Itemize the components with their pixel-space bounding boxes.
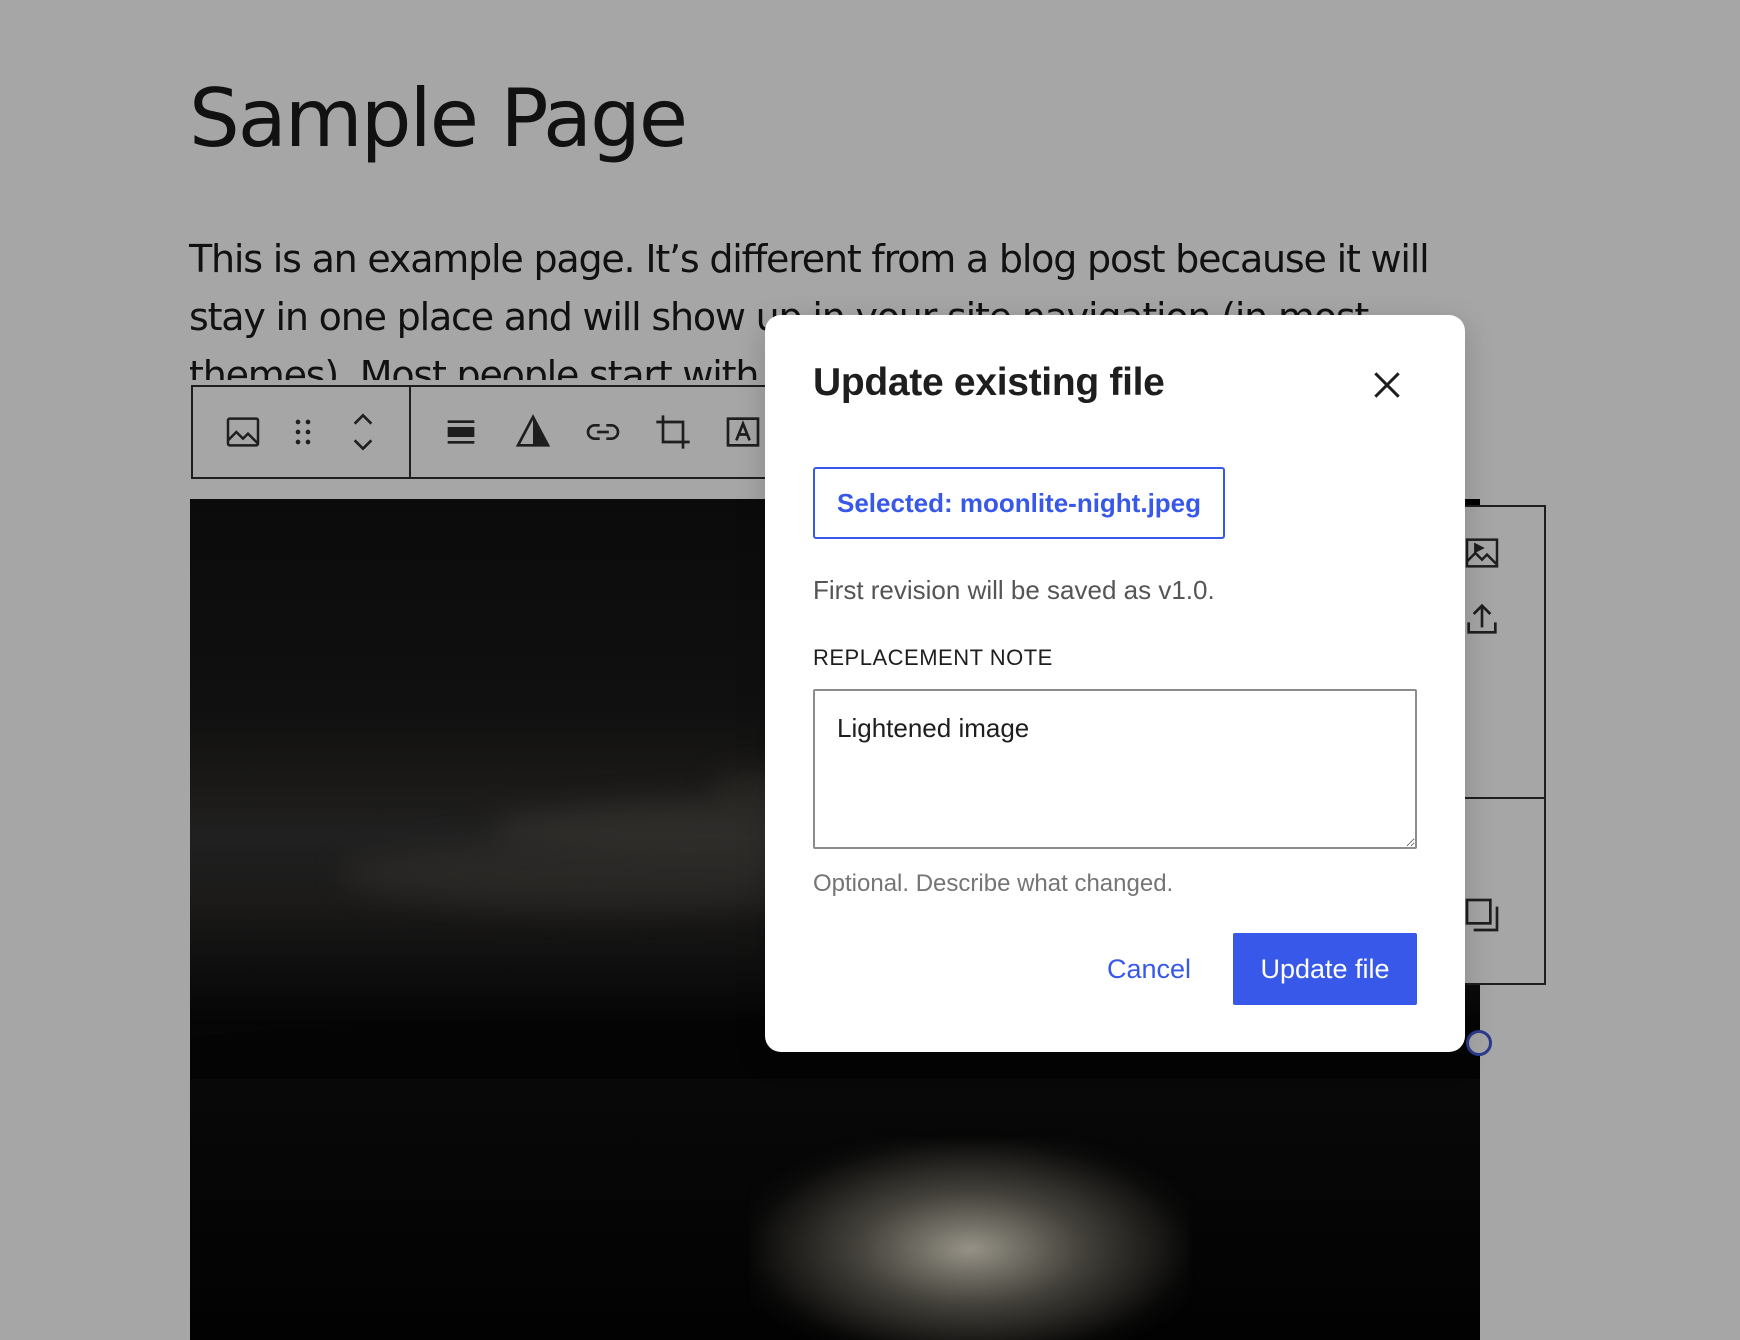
page-title: Sample Page — [189, 72, 688, 165]
text-overlay-icon[interactable] — [721, 410, 765, 454]
update-file-modal: Update existing file Selected: moonlite-… — [765, 315, 1465, 1052]
moonlight-reflection — [750, 1139, 1190, 1340]
duplicate-icon[interactable] — [1462, 895, 1506, 939]
resize-handle[interactable] — [1466, 1030, 1492, 1056]
help-text: Optional. Describe what changed. — [813, 870, 1174, 897]
replacement-note-label: REPLACEMENT NOTE — [813, 645, 1053, 670]
drag-handle-icon[interactable] — [281, 410, 325, 454]
toolbar-divider — [409, 387, 411, 477]
media-library-icon[interactable] — [1462, 533, 1506, 577]
duotone-icon[interactable] — [511, 410, 555, 454]
close-button[interactable] — [1359, 357, 1415, 413]
crop-icon[interactable] — [651, 410, 695, 454]
update-file-button[interactable]: Update file — [1233, 933, 1417, 1005]
selected-file-button[interactable]: Selected: moonlite-night.jpeg — [813, 467, 1226, 539]
image-icon[interactable] — [221, 410, 265, 454]
revision-info: First revision will be saved as v1.0. — [813, 575, 1215, 605]
move-up-down-icon[interactable] — [341, 410, 385, 454]
cancel-button[interactable]: Cancel — [1095, 933, 1203, 1005]
modal-title: Update existing file — [813, 361, 1165, 404]
replacement-note-input[interactable]: Lightened image — [813, 689, 1417, 849]
block-toolbar — [191, 385, 781, 479]
close-icon — [1374, 372, 1400, 398]
upload-icon[interactable] — [1462, 599, 1506, 643]
link-icon[interactable] — [581, 410, 625, 454]
align-icon[interactable] — [439, 410, 483, 454]
